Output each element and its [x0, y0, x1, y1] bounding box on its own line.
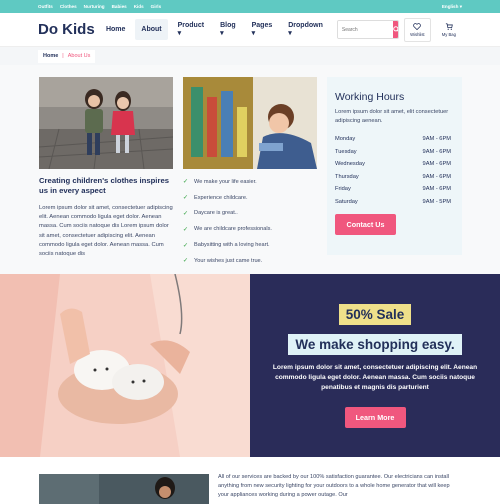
working-hours-card: Working Hours Lorem ipsum dolor sit amet… [327, 77, 462, 255]
feature-checklist: ✓ We make your life easier. ✓ Experience c… [183, 174, 323, 269]
sale-description: Lorem ipsum dolor sit amet, consectetuer… [272, 364, 478, 392]
about-heading: Creating children's clothes inspires us … [39, 176, 169, 196]
services-text: All of our services are backed by our 10… [218, 474, 450, 499]
main-header: Do Kids Home About Product ▾ Blog ▾ Page… [0, 13, 500, 47]
sale-badge: 50% Sale [338, 304, 412, 325]
search-box [336, 20, 400, 39]
hours-row: Thursday 9AM - 6PM [335, 173, 451, 180]
baby-shoes-photo [0, 274, 250, 457]
top-link-kids[interactable]: Kids [134, 4, 144, 9]
top-link-nurturing[interactable]: Nurturing [84, 4, 105, 9]
sale-panel: 50% Sale We make shopping easy. Lorem ip… [250, 274, 500, 457]
search-button[interactable] [392, 21, 399, 38]
search-icon [393, 26, 399, 32]
check-icon: ✓ [183, 258, 189, 265]
list-item: ✓ Experience childcare. [183, 194, 248, 202]
hours-row: Saturday 9AM - 5PM [335, 198, 451, 205]
hours-row: Tuesday 9AM - 6PM [335, 148, 451, 155]
bag-button[interactable]: My Bag [436, 18, 462, 42]
list-item: ✓ Daycare is great.. [183, 210, 238, 217]
wishlist-label: Wishlist [410, 31, 425, 37]
top-bar: Outfits Clothes Nurturing Babies Kids Gi… [0, 0, 500, 13]
top-links: Outfits Clothes Nurturing Babies Kids Gi… [38, 4, 161, 9]
learn-more-button[interactable]: Learn More [344, 406, 406, 428]
top-link-babies[interactable]: Babies [112, 4, 127, 9]
top-link-outfits[interactable]: Outfits [38, 4, 53, 9]
working-hours-description: Lorem ipsum dolor sit amet, elit consect… [335, 109, 449, 124]
bag-icon [445, 22, 453, 30]
wishlist-button[interactable]: Wishlist [404, 17, 431, 42]
hours-row: Friday 9AM - 6PM [335, 186, 451, 193]
menu-item-home[interactable]: Home [100, 19, 131, 40]
language-selector[interactable]: English ▾ [442, 4, 462, 10]
list-item: ✓ We are childcare professionals. [183, 226, 272, 233]
working-hours-title: Working Hours [335, 91, 405, 103]
contact-us-button[interactable]: Contact Us [335, 214, 396, 236]
main-menu: Home About Product ▾ Blog ▾ Pages ▾ Drop… [100, 15, 329, 44]
site-logo[interactable]: Do Kids [38, 21, 100, 38]
hours-row: Wednesday 9AM - 6PM [335, 161, 451, 168]
menu-item-about[interactable]: About [135, 19, 168, 40]
list-item: ✓ Your wishes just came true. [183, 257, 263, 265]
list-item: ✓ We make your life easier. [183, 178, 257, 186]
about-text: Creating children's clothes inspires us … [39, 176, 175, 259]
check-icon: ✓ [183, 210, 189, 217]
menu-item-dropdown[interactable]: Dropdown ▾ [282, 15, 329, 44]
sale-banner: 50% Sale We make shopping easy. Lorem ip… [0, 274, 500, 457]
sale-headline: We make shopping easy. [288, 334, 462, 355]
menu-item-pages[interactable]: Pages ▾ [246, 15, 279, 44]
breadcrumb-home[interactable]: Home [43, 53, 58, 59]
check-icon: ✓ [183, 179, 189, 186]
list-item: ✓ Babysitting with a loving heart. [183, 242, 270, 249]
menu-item-blog[interactable]: Blog ▾ [214, 15, 242, 44]
check-icon: ✓ [183, 242, 189, 249]
menu-item-product[interactable]: Product ▾ [172, 15, 210, 44]
top-link-girls[interactable]: Girls [151, 4, 161, 9]
top-link-clothes[interactable]: Clothes [60, 4, 77, 9]
heart-icon [413, 22, 422, 30]
check-icon: ✓ [183, 226, 189, 233]
check-icon: ✓ [183, 195, 189, 202]
hours-row: Monday 9AM - 6PM [335, 135, 451, 142]
breadcrumb-separator: | [62, 53, 64, 59]
search-input[interactable] [337, 21, 393, 38]
bag-label: My Bag [441, 31, 456, 37]
boy-shop-photo [183, 77, 317, 169]
breadcrumb-current: About Us [67, 53, 91, 59]
about-paragraph: Lorem ipsum dolor sit amet, consectetuer… [39, 204, 173, 258]
children-photo [39, 77, 173, 169]
breadcrumb: Home | About Us [0, 47, 500, 65]
